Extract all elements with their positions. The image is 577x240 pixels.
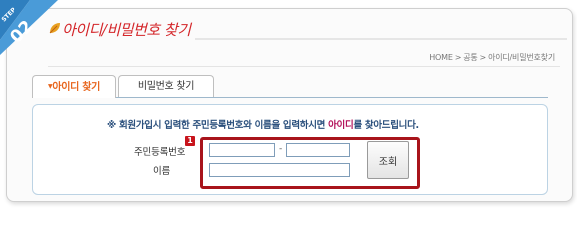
tab-find-password[interactable]: 비밀번호 찾기 xyxy=(118,75,214,98)
instruction-text: ※ 회원가입시 입력한 주민등록번호와 이름을 입력하시면 아이디를 찾아드립니… xyxy=(107,117,419,131)
breadcrumb-divider xyxy=(48,66,560,67)
leaf-icon xyxy=(49,23,60,34)
step-badge: 1 xyxy=(185,136,195,146)
breadcrumb-item-current: 아이디/비밀번호찾기 xyxy=(488,53,555,62)
notice-suffix: 를 찾아드립니다. xyxy=(353,120,419,131)
notice-prefix: ※ 회원가입시 입력한 주민등록번호와 이름을 입력하시면 xyxy=(107,120,326,131)
breadcrumb-item-home[interactable]: HOME xyxy=(429,53,453,62)
page-title: 아이디/비밀번호 찾기 xyxy=(62,21,191,39)
breadcrumb-separator: > xyxy=(454,53,462,62)
rrn-second-input[interactable] xyxy=(286,143,350,157)
search-button[interactable]: 조회 xyxy=(367,141,409,179)
breadcrumb: HOME > 공통 > 아이디/비밀번호찾기 xyxy=(429,52,555,63)
name-label: 이름 xyxy=(153,166,171,177)
tab-find-id[interactable]: ▼아이디 찾기 xyxy=(32,75,116,98)
tab-label: 비밀번호 찾기 xyxy=(137,81,195,92)
tab-label: 아이디 찾기 xyxy=(52,82,100,93)
title-divider xyxy=(195,38,567,40)
notice-highlight: 아이디 xyxy=(328,120,354,131)
breadcrumb-item-common[interactable]: 공통 xyxy=(463,53,478,62)
rrn-first-input[interactable] xyxy=(209,143,275,157)
rrn-separator: - xyxy=(279,144,283,154)
name-input[interactable] xyxy=(209,163,350,177)
rrn-label: 주민등록번호 xyxy=(134,147,186,158)
breadcrumb-separator: > xyxy=(479,53,487,62)
